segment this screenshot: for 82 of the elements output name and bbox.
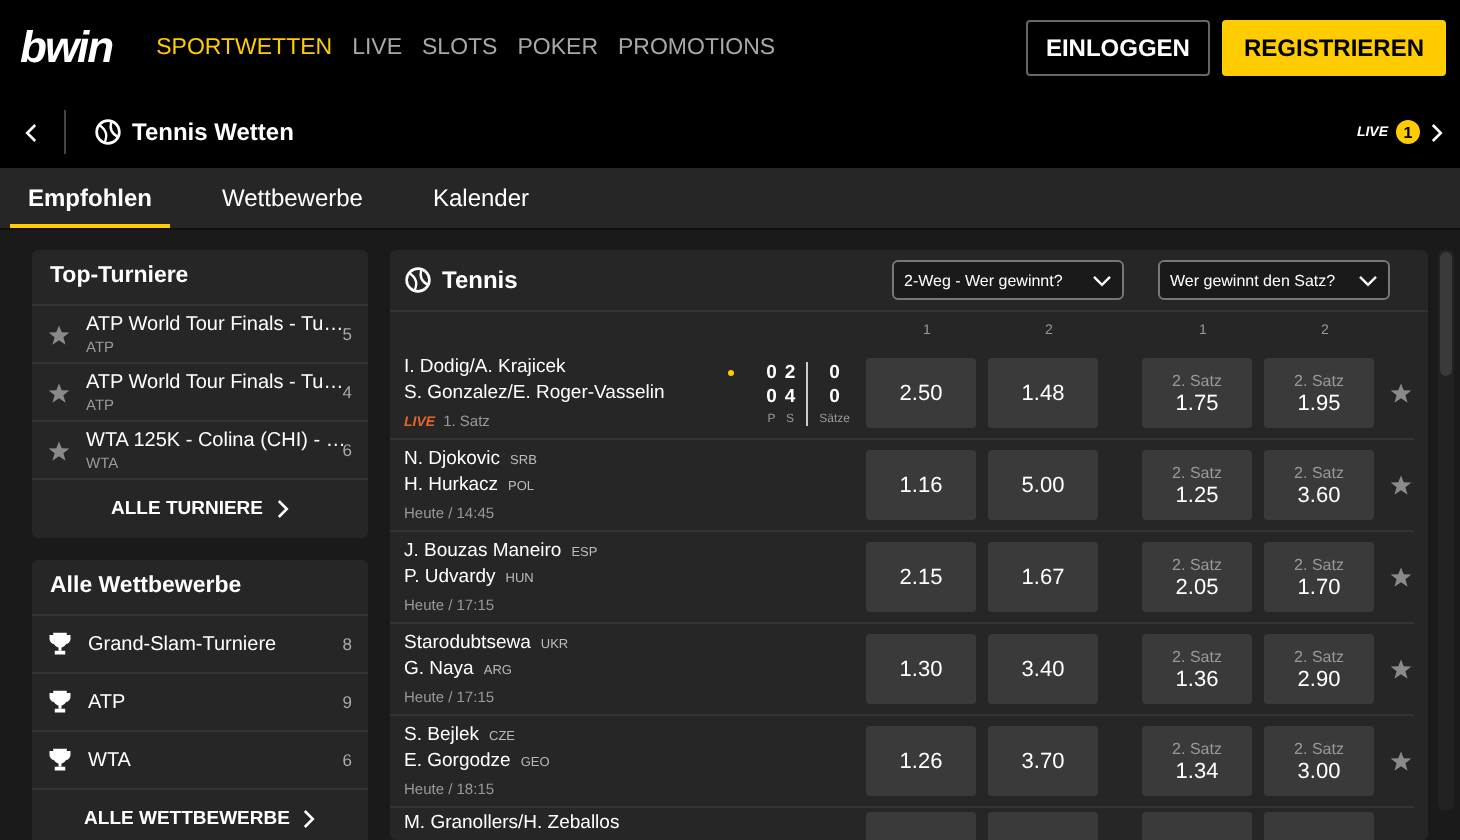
logo[interactable]: bwin — [20, 22, 113, 74]
star-icon — [1389, 474, 1411, 496]
back-button[interactable] — [24, 121, 40, 143]
chevron-right-icon — [273, 498, 289, 520]
player-name: E. Gorgodze — [404, 749, 511, 771]
odds-button[interactable]: 1.26 — [866, 726, 976, 796]
trophy-icon — [48, 632, 72, 656]
star-icon — [48, 439, 70, 461]
nav-link[interactable]: PROMOTIONS — [618, 36, 776, 60]
register-button[interactable]: REGISTRIEREN — [1221, 20, 1446, 76]
market-dropdown[interactable]: Wer gewinnt den Satz? — [1158, 260, 1390, 300]
odds-button[interactable]: 1.30 — [866, 634, 976, 704]
scrollbar[interactable] — [1438, 250, 1454, 810]
nav-link[interactable]: POKER — [517, 36, 598, 60]
section-title: Tennis — [442, 266, 518, 294]
sidebar-item[interactable]: WTA 6 — [32, 732, 368, 790]
player-name: H. Hurkacz — [404, 473, 498, 495]
star-icon — [1389, 382, 1411, 404]
nav-link[interactable]: SPORTWETTEN — [156, 36, 333, 60]
page-title: Tennis Wetten — [132, 118, 294, 146]
odds-button[interactable]: 2.50 — [866, 358, 976, 428]
star-icon — [1389, 566, 1411, 588]
score-value: 4 — [784, 386, 796, 411]
scroll-thumb[interactable] — [1440, 252, 1452, 376]
player-name: P. Udvardy — [404, 565, 496, 587]
chevron-down-icon — [1358, 272, 1378, 288]
odds-button[interactable]: 2. Satz 1.95 — [1264, 358, 1374, 428]
star-icon — [48, 323, 70, 345]
count-badge: 1 — [1396, 120, 1420, 144]
odds-button[interactable]: 2. Satz 1.25 — [1142, 450, 1252, 520]
star-icon — [48, 381, 70, 403]
odds-button[interactable]: 2.15 — [866, 542, 976, 612]
score-value: 2 — [784, 361, 796, 386]
tab[interactable]: Kalender — [414, 168, 548, 228]
player-name: M. Granollers/H. Zeballos — [404, 812, 620, 834]
odds-button[interactable]: 1.67 — [988, 542, 1098, 612]
chevron-right-icon — [1428, 121, 1444, 143]
chevron-right-icon — [299, 808, 316, 830]
star-icon — [1389, 750, 1411, 772]
tab[interactable]: Wettbewerbe — [204, 168, 381, 228]
trophy-icon — [48, 690, 72, 714]
odds-button[interactable]: 2. Satz 1.34 — [1142, 726, 1252, 796]
odds-button[interactable]: 3.40 — [988, 634, 1098, 704]
odds-button[interactable]: 3.70 — [988, 726, 1098, 796]
odds-button[interactable]: 2. Satz 1.70 — [1264, 542, 1374, 612]
player-name: N. Djokovic — [404, 448, 501, 470]
score-value: 0 — [829, 361, 840, 386]
odds-button[interactable]: 1.48 — [988, 358, 1098, 428]
odds-button[interactable]: 2. Satz 2.90 — [1264, 634, 1374, 704]
player-name: Starodubtsewa — [404, 632, 531, 654]
nav-link[interactable]: SLOTS — [422, 36, 498, 60]
back-icon — [24, 121, 40, 143]
score-value: 0 — [829, 386, 840, 411]
sidebar-item[interactable]: ATP 9 — [32, 674, 368, 732]
tennis-ball-icon — [404, 266, 432, 294]
score-value: 0 — [766, 386, 777, 411]
show-all-link[interactable]: ALLE WETTBEWERBE — [32, 790, 368, 840]
odds-button[interactable]: 5.00 — [988, 450, 1098, 520]
player-name: G. Naya — [404, 657, 474, 679]
sidebar-item[interactable]: Grand-Slam-Turniere 8 — [32, 616, 368, 674]
card-title: Top-Turniere — [32, 250, 368, 306]
odds-button[interactable]: 2. Satz 1.36 — [1142, 634, 1252, 704]
tennis-ball-icon — [94, 118, 122, 146]
login-button[interactable]: EINLOGGEN — [1025, 20, 1210, 76]
player-name: S. Gonzalez/E. Roger-Vasselin — [404, 381, 665, 403]
odds-button[interactable]: 1.16 — [866, 450, 976, 520]
player-name: J. Bouzas Maneiro — [404, 540, 562, 562]
odds-button[interactable]: 2. Satz 3.60 — [1264, 450, 1374, 520]
trophy-icon — [48, 748, 72, 772]
odds-button[interactable]: 2. Satz 1.75 — [1142, 358, 1252, 428]
nav-link[interactable]: LIVE — [352, 36, 403, 60]
player-name: S. Bejlek — [404, 724, 479, 746]
chevron-down-icon — [1092, 272, 1112, 288]
star-icon — [1389, 658, 1411, 680]
player-name: I. Dodig/A. Krajicek — [404, 356, 566, 378]
card-title: Alle Wettbewerbe — [32, 560, 368, 616]
market-dropdown[interactable]: 2-Weg - Wer gewinnt? — [892, 260, 1124, 300]
odds-button[interactable]: 2. Satz 3.00 — [1264, 726, 1374, 796]
tab[interactable]: Empfohlen — [10, 168, 170, 228]
odds-button[interactable]: 2. Satz 2.05 — [1142, 542, 1252, 612]
score-value: 0 — [766, 361, 777, 386]
show-all-link[interactable]: ALLE TURNIERE — [32, 480, 368, 538]
